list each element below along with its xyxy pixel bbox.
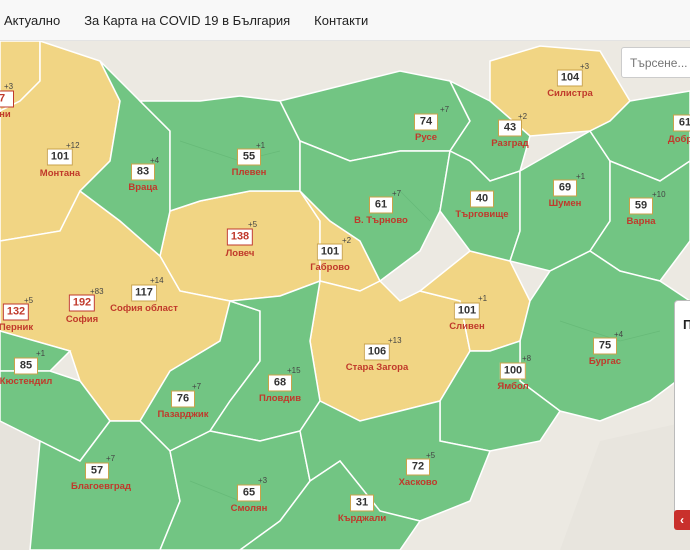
province-name: Търговище [455,209,509,220]
count-badge[interactable]: 101 [316,243,344,261]
region-lovech [159,190,321,302]
count-badge[interactable]: 106 [363,343,391,361]
delta-label: +10 [652,190,666,199]
count-badge[interactable]: 138 [226,228,254,246]
delta-label: +5 [248,220,258,229]
info-side-panel[interactable]: П [674,300,690,520]
province-name: Благоевград [71,481,131,492]
top-navbar: Актуално За Карта на COVID 19 в България… [0,0,690,41]
province-name: София [65,314,99,325]
province-name: Габрово [310,262,350,273]
province-name: Стара Загора [345,362,409,373]
delta-label: +3 [4,82,14,91]
count-badge[interactable]: 65 [237,484,261,502]
count-badge[interactable]: 69 [553,179,577,197]
delta-label: +13 [388,336,402,345]
chevron-left-icon: ‹ [680,513,684,527]
count-badge[interactable]: 117 [131,284,157,302]
count-badge[interactable]: 59 [629,197,653,215]
province-name: София област [110,303,178,314]
count-badge[interactable]: 55 [237,148,261,166]
nav-link-about[interactable]: За Карта на COVID 19 в България [72,13,302,28]
province-name: Монтана [39,168,81,179]
count-badge[interactable]: 132 [2,303,30,321]
province-name: Враца [128,182,158,193]
province-name: Кърджали [337,513,387,524]
count-badge[interactable]: 85 [14,357,38,375]
province-name: Пазарджик [157,409,209,420]
count-badge[interactable]: 57 [85,462,109,480]
delta-label: +7 [106,454,116,463]
count-badge[interactable]: 43 [498,119,522,137]
province-name: Кюстендил [0,376,53,387]
delta-label: +8 [522,354,532,363]
delta-label: +3 [258,476,268,485]
map-area[interactable]: 7 +3 ини 101 +12 Монтана 83 +4 Враца 55 … [0,41,690,550]
count-badge[interactable]: 7 [0,90,14,108]
count-badge[interactable]: 61 [369,196,393,214]
delta-label: +4 [150,156,160,165]
province-name: Русе [415,132,437,143]
count-badge[interactable]: 61 [673,114,690,132]
delta-label: +15 [287,366,301,375]
side-panel-title: П [683,317,690,332]
province-name: Сливен [449,321,485,332]
delta-label: +7 [440,105,450,114]
delta-label: +3 [580,62,590,71]
delta-label: +5 [426,451,436,460]
count-badge[interactable]: 31 [350,494,374,512]
province-name: Плевен [231,167,267,178]
count-badge[interactable]: 75 [593,337,617,355]
count-badge[interactable]: 40 [470,190,494,208]
delta-label: +7 [192,382,202,391]
delta-label: +83 [90,287,104,296]
count-badge[interactable]: 104 [556,69,584,87]
count-badge[interactable]: 68 [268,374,292,392]
province-name: ини [0,109,11,120]
province-name: Добр [667,134,690,145]
side-panel-toggle-button[interactable]: ‹ [674,510,690,530]
province-name: Пловдив [258,393,302,404]
search-input[interactable] [621,47,690,78]
count-badge[interactable]: 192 [68,294,96,312]
count-badge[interactable]: 76 [171,390,195,408]
delta-label: +4 [614,330,624,339]
delta-label: +2 [518,112,528,121]
count-badge[interactable]: 101 [46,148,74,166]
delta-label: +2 [342,236,352,245]
province-name: Ловеч [225,248,255,259]
province-name: Варна [626,216,656,227]
province-name: В. Търново [354,215,408,226]
count-badge[interactable]: 101 [453,302,481,320]
province-name: Разград [491,138,529,149]
province-name: Бургас [588,356,622,367]
count-badge[interactable]: 83 [131,163,155,181]
count-badge[interactable]: 74 [414,113,438,131]
delta-label: +1 [256,141,266,150]
count-badge[interactable]: 100 [499,362,527,380]
delta-label: +1 [576,172,586,181]
delta-label: +7 [392,189,402,198]
province-name: Силистра [547,88,593,99]
province-name: Ямбол [497,381,529,392]
delta-label: +1 [36,349,46,358]
province-name: Хасково [398,477,438,488]
province-name: Смолян [230,503,268,514]
delta-label: +14 [150,276,164,285]
delta-label: +1 [478,294,488,303]
nav-link-current[interactable]: Актуално [0,13,72,28]
province-name: Перник [0,322,34,333]
province-name: Шумен [548,198,582,209]
delta-label: +5 [24,296,34,305]
delta-label: +12 [66,141,80,150]
count-badge[interactable]: 72 [406,458,430,476]
nav-link-contacts[interactable]: Контакти [302,13,380,28]
